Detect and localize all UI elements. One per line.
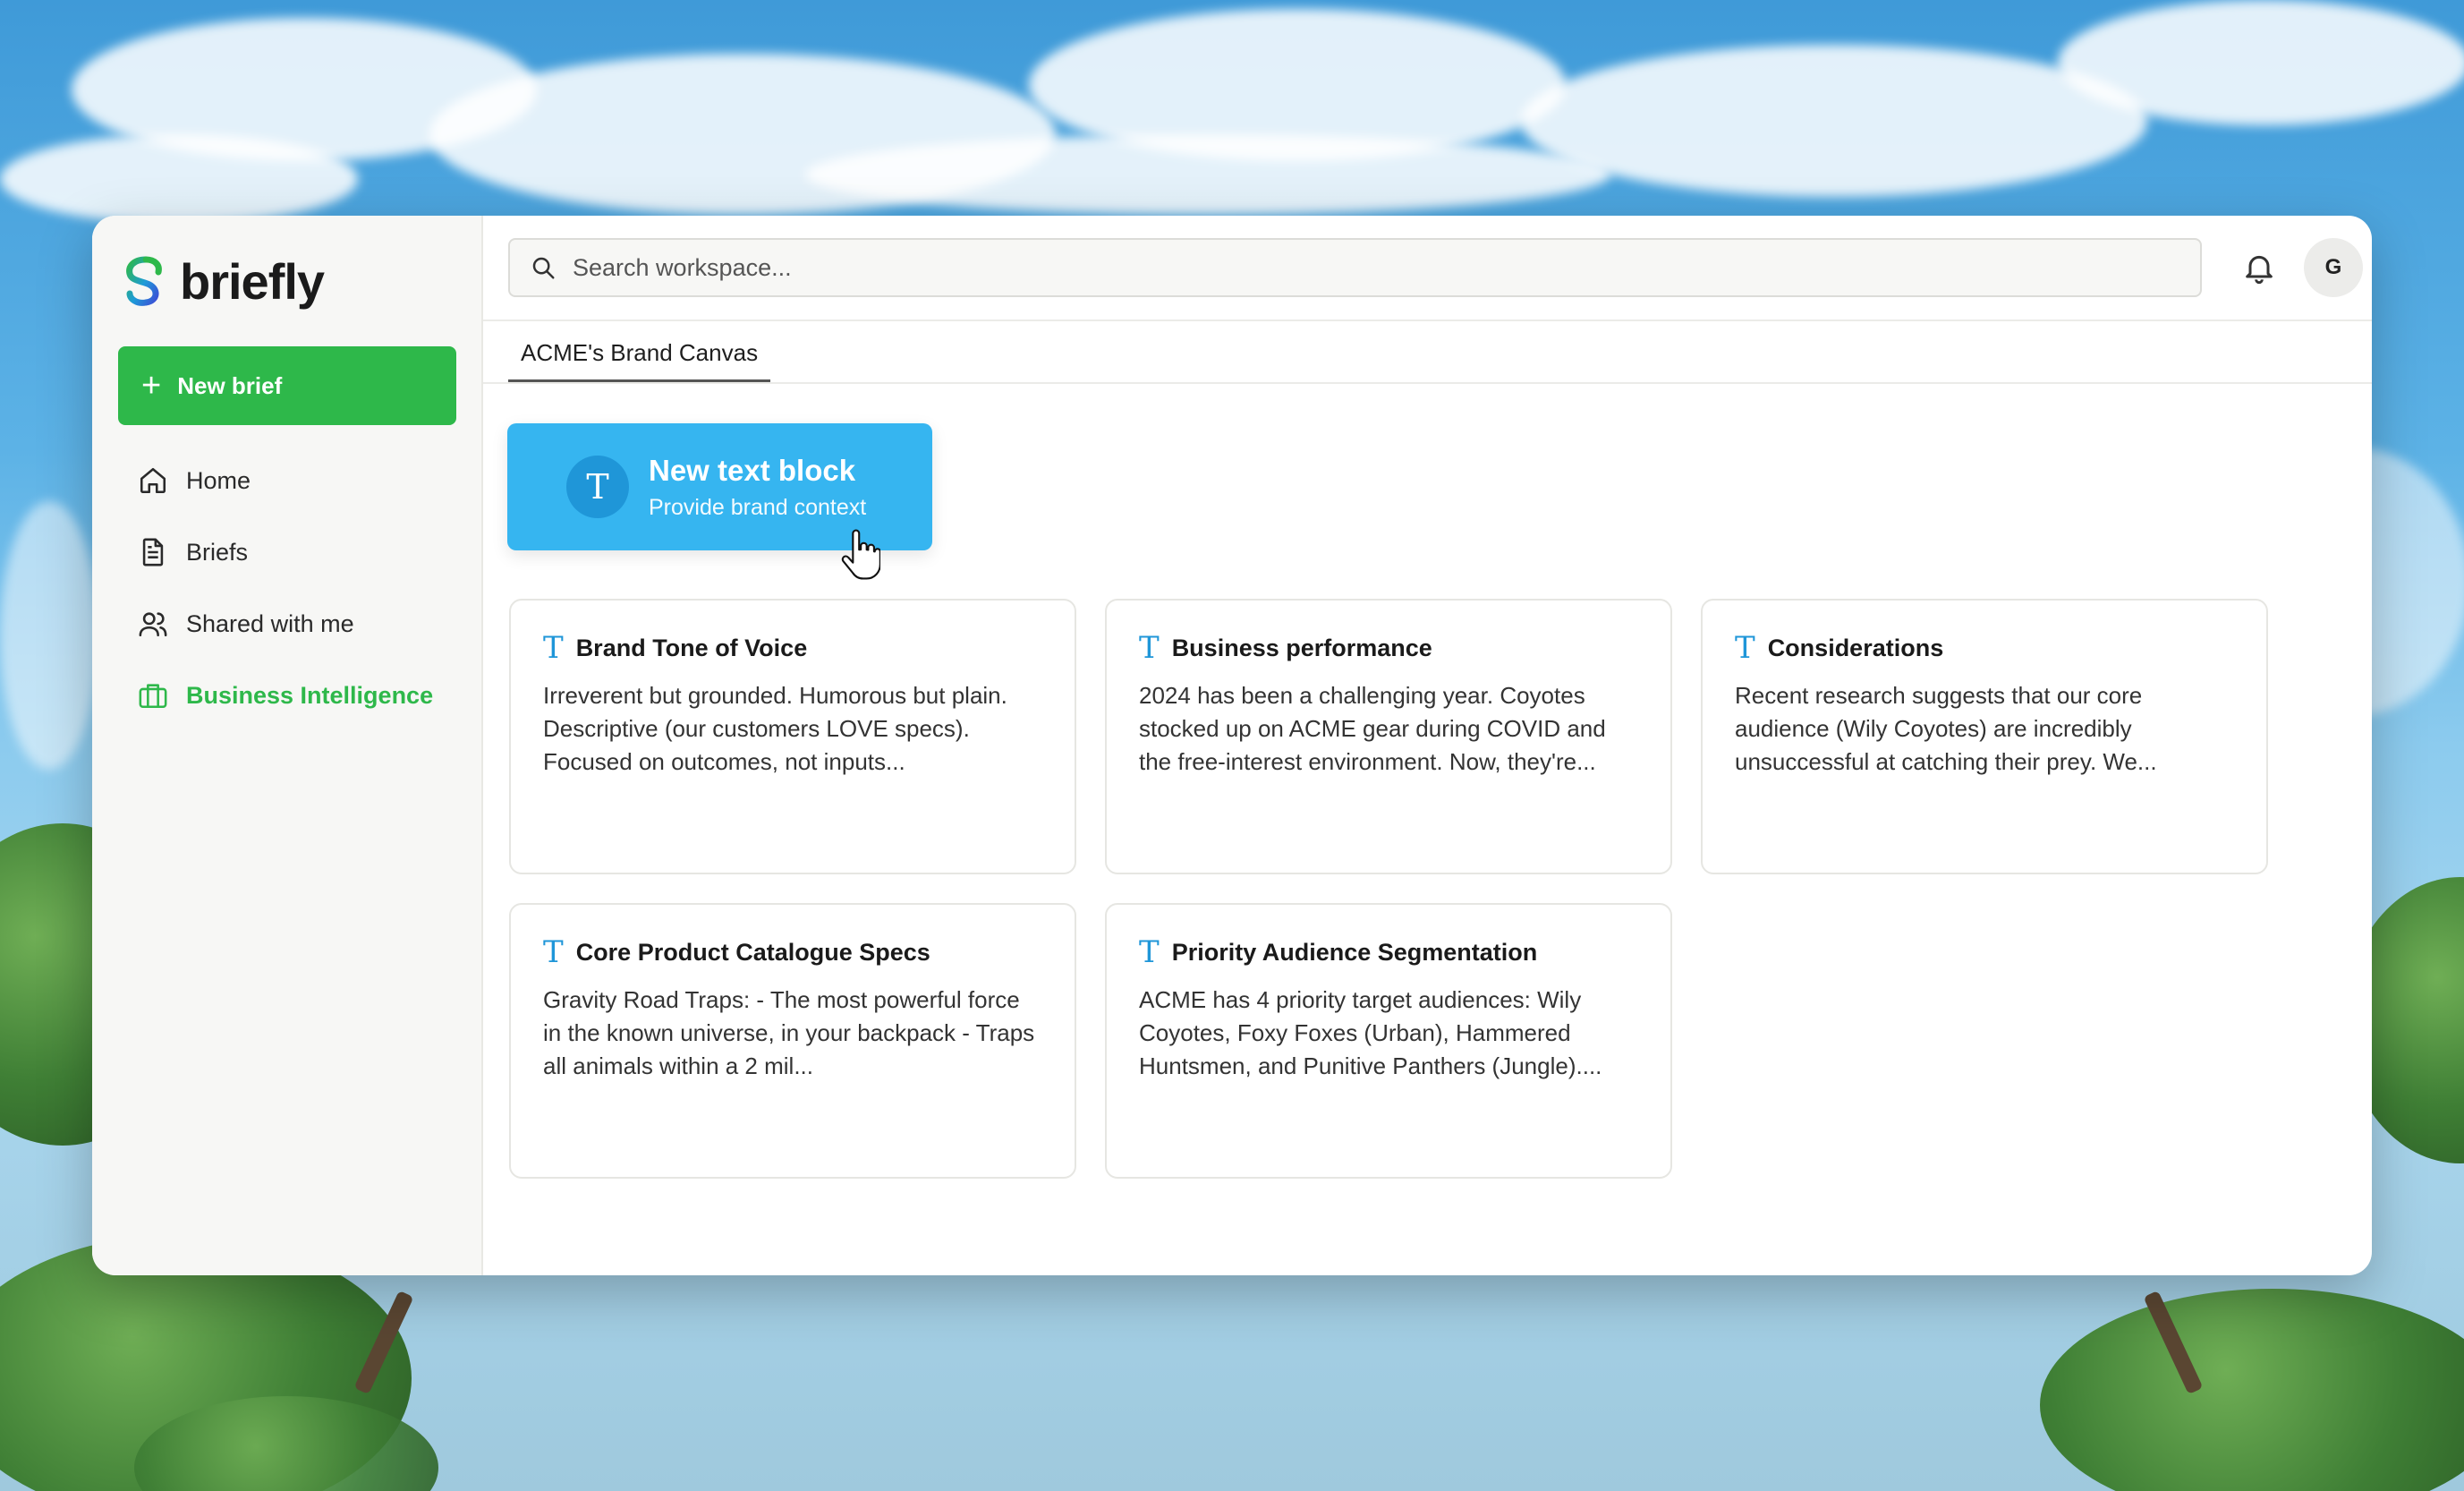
card-excerpt: Recent research suggests that our core a… — [1735, 682, 2157, 775]
sidebar-item-shared[interactable]: Shared with me — [118, 588, 455, 660]
card-excerpt: Gravity Road Traps: - The most powerful … — [543, 986, 1035, 1079]
text-type-icon: T — [543, 934, 564, 970]
search-input[interactable] — [573, 253, 2094, 282]
card-title: Business performance — [1171, 634, 1432, 661]
avatar[interactable]: G — [2304, 238, 2363, 297]
text-block-card[interactable]: T Considerations Recent research suggest… — [1701, 599, 2268, 874]
sidebar-item-label: Shared with me — [186, 609, 354, 637]
card-title: Priority Audience Segmentation — [1171, 938, 1538, 966]
text-block-card[interactable]: T Core Product Catalogue Specs Gravity R… — [509, 903, 1076, 1179]
card-title: Considerations — [1767, 634, 1944, 661]
app-logo[interactable]: briefly — [123, 250, 455, 312]
sidebar-nav: Home Briefs Shared with me Business Inte… — [118, 445, 455, 731]
text-block-icon: T — [566, 456, 629, 518]
notifications-button[interactable] — [2239, 248, 2279, 287]
new-brief-button[interactable]: + New brief — [118, 346, 456, 425]
new-brief-label: New brief — [177, 371, 283, 399]
top-bar: G — [483, 216, 2372, 321]
card-title: Core Product Catalogue Specs — [575, 938, 930, 966]
text-block-card[interactable]: T Business performance 2024 has been a c… — [1105, 599, 1672, 874]
text-type-icon: T — [1139, 934, 1160, 970]
sidebar-item-label: Briefs — [186, 538, 249, 566]
text-block-card[interactable]: T Priority Audience Segmentation ACME ha… — [1105, 903, 1672, 1179]
briefly-logo-icon — [126, 256, 162, 306]
search-icon — [532, 257, 555, 279]
text-block-grid: T Brand Tone of Voice Irreverent but gro… — [509, 599, 2268, 1179]
card-excerpt: Irreverent but grounded. Humorous but pl… — [543, 682, 1007, 775]
new-block-subtitle: Provide brand context — [649, 494, 867, 520]
plus-icon: + — [141, 367, 162, 405]
sidebar-item-briefs[interactable]: Briefs — [118, 516, 455, 588]
sidebar-item-business-intelligence[interactable]: Business Intelligence — [118, 660, 455, 731]
app-window: briefly + New brief Home Briefs Shared w… — [92, 216, 2372, 1275]
main-panel: G ACME's Brand Canvas T New text block P… — [483, 216, 2372, 1275]
text-block-card[interactable]: T Brand Tone of Voice Irreverent but gro… — [509, 599, 1076, 874]
text-type-icon: T — [1139, 630, 1160, 666]
new-block-title: New text block — [649, 453, 856, 487]
sidebar-item-label: Home — [186, 466, 251, 494]
text-type-icon: T — [543, 630, 564, 666]
app-name: briefly — [180, 252, 325, 310]
card-title: Brand Tone of Voice — [575, 634, 808, 661]
home-icon — [140, 467, 166, 494]
card-excerpt: ACME has 4 priority target audiences: Wi… — [1139, 986, 1602, 1079]
sidebar: briefly + New brief Home Briefs Shared w… — [92, 216, 483, 1275]
text-type-icon: T — [1735, 630, 1755, 666]
briefcase-icon — [139, 684, 167, 709]
users-icon — [139, 612, 167, 637]
card-excerpt: 2024 has been a challenging year. Coyote… — [1139, 682, 1606, 775]
sidebar-item-home[interactable]: Home — [118, 445, 455, 516]
search-box[interactable] — [508, 238, 2202, 297]
hand-pointer-cursor-icon — [841, 529, 880, 580]
canvas-area: T New text block Provide brand context T… — [483, 384, 2372, 1275]
bell-icon — [2246, 255, 2273, 285]
tab-acme-brand-canvas[interactable]: ACME's Brand Canvas — [508, 339, 771, 382]
sidebar-item-label: Business Intelligence — [186, 681, 434, 709]
tab-bar: ACME's Brand Canvas — [483, 321, 2372, 384]
document-icon — [142, 538, 164, 567]
